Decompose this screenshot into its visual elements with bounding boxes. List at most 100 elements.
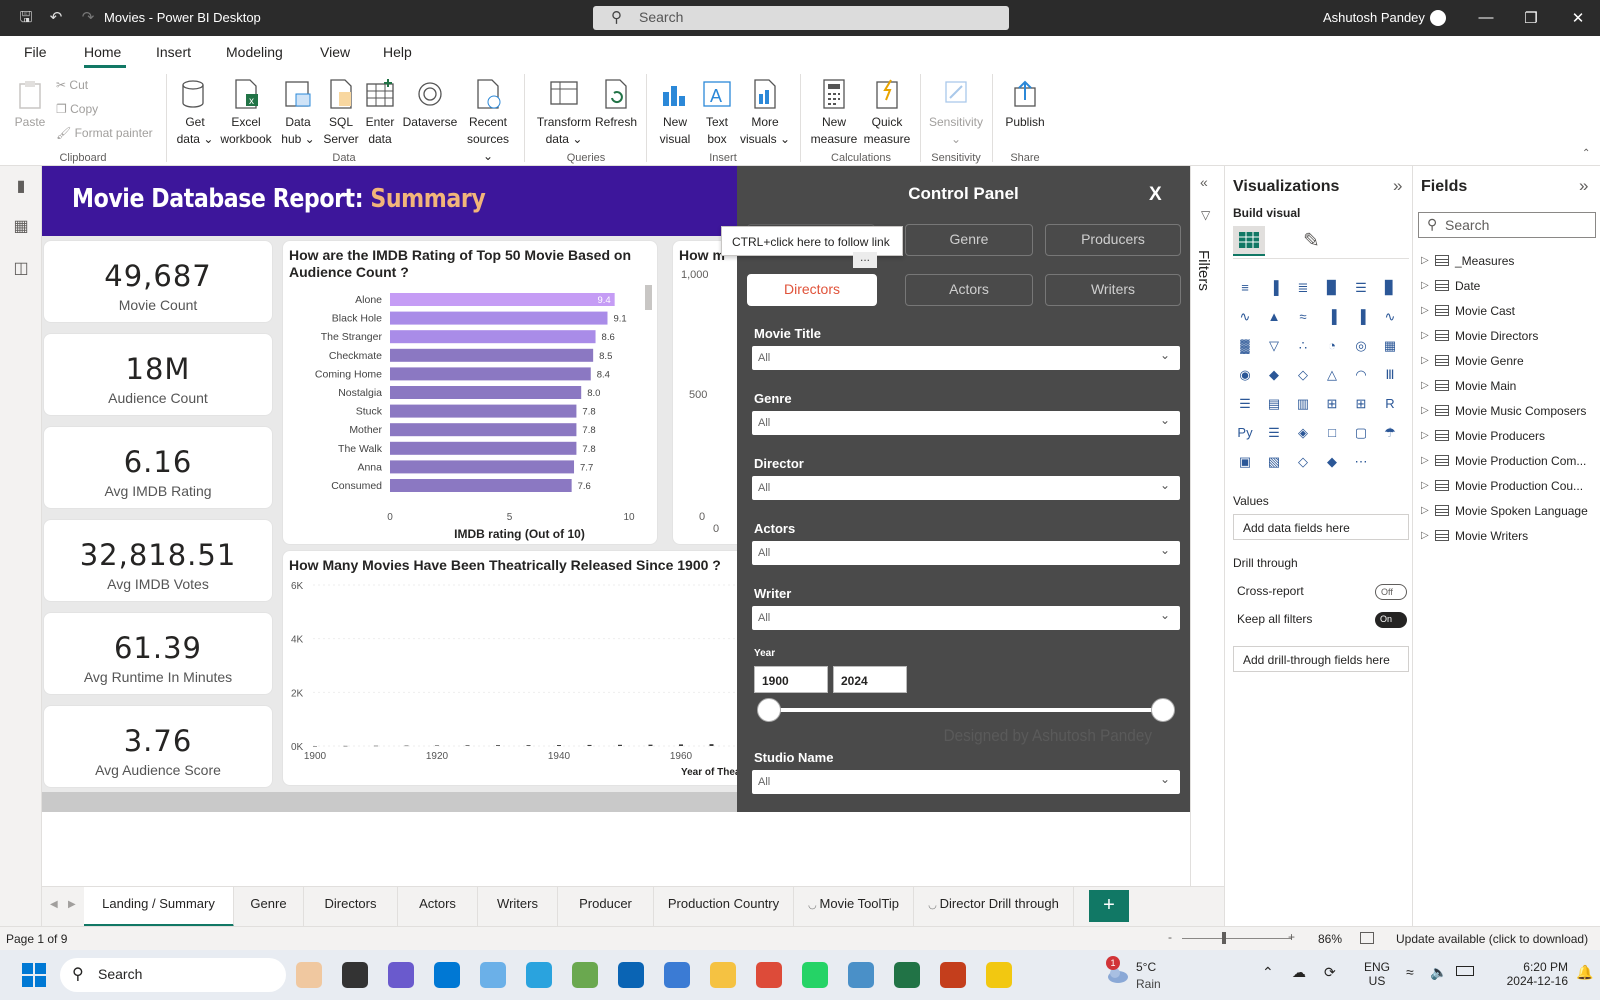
- visual-type-icon[interactable]: ☰: [1264, 423, 1284, 443]
- avatar[interactable]: [1430, 10, 1446, 26]
- page-tab[interactable]: ◡ Director Drill through: [914, 887, 1074, 927]
- bar[interactable]: [390, 423, 577, 437]
- field-table-movie-directors[interactable]: ▷ Movie Directors: [1421, 329, 1538, 343]
- bar[interactable]: [390, 311, 608, 325]
- page-tab[interactable]: Production Country: [654, 887, 794, 927]
- visual-type-icon[interactable]: □: [1322, 423, 1342, 443]
- visual-type-icon[interactable]: ▧: [1264, 452, 1284, 472]
- update-notice[interactable]: Update available (click to download): [1396, 932, 1588, 946]
- theatrical-release-chart-card[interactable]: How Many Movies Have Been Theatrically R…: [282, 550, 753, 786]
- bar[interactable]: [390, 479, 572, 492]
- redo-icon[interactable]: ↷: [78, 8, 98, 28]
- tab-producers[interactable]: Producers: [1045, 224, 1181, 256]
- tab-directors[interactable]: Directors: [747, 274, 877, 306]
- field-table-movie-music-composers[interactable]: ▷ Movie Music Composers: [1421, 404, 1586, 418]
- visual-type-icon[interactable]: ☰: [1351, 278, 1371, 298]
- visual-type-icon[interactable]: ◉: [1235, 365, 1255, 385]
- field-table-movie-main[interactable]: ▷ Movie Main: [1421, 379, 1516, 393]
- language-indicator[interactable]: ENG US: [1364, 960, 1390, 988]
- more-options-button[interactable]: ...: [853, 251, 877, 268]
- chevron-right-icon[interactable]: ▷: [1421, 455, 1429, 466]
- visual-type-icon[interactable]: ∴: [1293, 336, 1313, 356]
- people-app-icon[interactable]: [296, 962, 322, 988]
- tab-genre[interactable]: Genre: [905, 224, 1033, 256]
- outlook-icon[interactable]: [618, 962, 644, 988]
- visual-type-icon[interactable]: △: [1322, 365, 1342, 385]
- file-explorer-dark-icon[interactable]: [342, 962, 368, 988]
- bar[interactable]: [390, 460, 575, 474]
- volume-icon[interactable]: 🔈: [1430, 964, 1447, 981]
- page-tab[interactable]: Directors: [304, 887, 398, 927]
- add-page-button[interactable]: +: [1089, 890, 1129, 922]
- tab-insert[interactable]: Insert: [156, 44, 191, 60]
- horizontal-scrollbar[interactable]: [42, 792, 742, 812]
- bar[interactable]: [390, 330, 596, 344]
- visual-type-icon[interactable]: ▤: [1264, 394, 1284, 414]
- bar[interactable]: [709, 744, 714, 746]
- kpi-card[interactable]: 18M Audience Count: [43, 333, 273, 416]
- visual-type-icon[interactable]: ▲: [1264, 307, 1284, 327]
- visual-type-icon[interactable]: ⊞: [1351, 394, 1371, 414]
- filter-dropdown[interactable]: All ⌄: [752, 346, 1180, 370]
- visual-type-icon[interactable]: ▣: [1235, 452, 1255, 472]
- windows-start-icon[interactable]: [22, 963, 46, 990]
- chevron-right-icon[interactable]: ▷: [1421, 305, 1429, 316]
- dataverse-button[interactable]: Dataverse: [400, 78, 460, 131]
- enter-data-button[interactable]: Enter data: [362, 78, 398, 148]
- filter-dropdown[interactable]: All ⌄: [752, 606, 1180, 630]
- tab-modeling[interactable]: Modeling: [226, 44, 283, 60]
- visual-type-icon[interactable]: ▐: [1351, 307, 1371, 327]
- visual-type-icon[interactable]: ▊: [1380, 278, 1400, 298]
- field-table-movie-production-cou-[interactable]: ▷ Movie Production Cou...: [1421, 479, 1583, 493]
- visual-type-icon[interactable]: ▥: [1293, 394, 1313, 414]
- year-from-input[interactable]: 1900: [754, 666, 828, 693]
- close-button[interactable]: ✕: [1568, 9, 1588, 27]
- chevron-right-icon[interactable]: ▷: [1421, 280, 1429, 291]
- paint-icon[interactable]: [572, 962, 598, 988]
- bar[interactable]: [390, 441, 577, 455]
- sync-icon[interactable]: ⟳: [1324, 964, 1336, 981]
- studio-name-dropdown[interactable]: All ⌄: [752, 770, 1180, 794]
- wifi-icon[interactable]: ≈: [1406, 964, 1414, 980]
- field-table-movie-spoken-language[interactable]: ▷ Movie Spoken Language: [1421, 504, 1588, 518]
- fields-search-input[interactable]: ⚲ Search: [1418, 212, 1596, 238]
- collapse-ribbon-icon[interactable]: ⌃: [1582, 148, 1590, 159]
- visual-type-icon[interactable]: ◠: [1351, 365, 1371, 385]
- visual-type-icon[interactable]: Ⅲ: [1380, 365, 1400, 385]
- visual-type-icon[interactable]: ◇: [1293, 365, 1313, 385]
- page-tab[interactable]: Producer: [558, 887, 654, 927]
- filter-dropdown[interactable]: All ⌄: [752, 541, 1180, 565]
- visual-type-icon[interactable]: ▉: [1322, 278, 1342, 298]
- file-explorer-icon[interactable]: [710, 962, 736, 988]
- visual-type-icon[interactable]: ◎: [1351, 336, 1371, 356]
- filter-dropdown[interactable]: All ⌄: [752, 411, 1180, 435]
- visual-type-icon[interactable]: ▢: [1351, 423, 1371, 443]
- cut-button[interactable]: ✂ Cut: [56, 78, 88, 92]
- scroll-right-icon[interactable]: ▶: [68, 899, 76, 910]
- tab-writers[interactable]: Writers: [1045, 274, 1181, 306]
- new-visual-button[interactable]: New visual: [654, 78, 696, 148]
- bar[interactable]: [648, 744, 653, 746]
- bar[interactable]: [404, 745, 409, 747]
- page-tab[interactable]: ◡ Movie ToolTip: [794, 887, 914, 927]
- keep-all-filters-toggle[interactable]: On: [1375, 612, 1407, 628]
- kpi-card[interactable]: 6.16 Avg IMDB Rating: [43, 426, 273, 509]
- chart-scrollbar[interactable]: [645, 285, 652, 310]
- visual-type-icon[interactable]: ≈: [1293, 307, 1313, 327]
- visual-type-icon[interactable]: ◇: [1293, 452, 1313, 472]
- visual-type-icon[interactable]: ▽: [1264, 336, 1284, 356]
- minimize-button[interactable]: —: [1476, 9, 1496, 26]
- visual-type-icon[interactable]: ∿: [1235, 307, 1255, 327]
- chevron-right-icon[interactable]: ▷: [1421, 255, 1429, 266]
- quick-measure-button[interactable]: Quick measure: [860, 78, 914, 148]
- cross-report-toggle[interactable]: Off: [1375, 584, 1407, 600]
- sql-server-button[interactable]: SQL Server: [322, 78, 360, 148]
- taskbar-search[interactable]: ⚲ Search: [60, 958, 286, 992]
- drill-through-well[interactable]: Add drill-through fields here: [1233, 646, 1409, 672]
- visual-type-icon[interactable]: R: [1380, 394, 1400, 414]
- sensitivity-button[interactable]: Sensitivity ⌄: [926, 78, 986, 148]
- excel-icon[interactable]: [894, 962, 920, 988]
- tab-file[interactable]: File: [24, 44, 47, 60]
- chevron-right-icon[interactable]: ▷: [1421, 480, 1429, 491]
- snipping-tool-icon[interactable]: [480, 962, 506, 988]
